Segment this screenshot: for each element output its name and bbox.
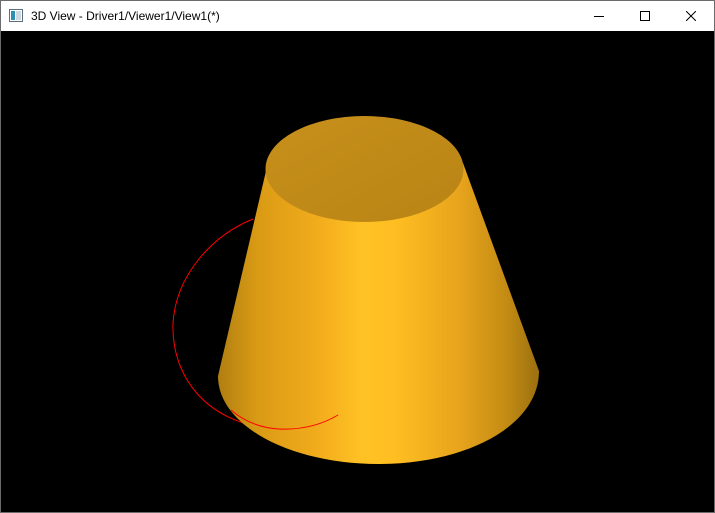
minimize-icon <box>594 16 604 17</box>
viewer-window: 3D View - Driver1/Viewer1/View1(*) <box>0 0 715 513</box>
maximize-button[interactable] <box>622 1 668 31</box>
close-button[interactable] <box>668 1 714 31</box>
scene-canvas[interactable] <box>1 31 714 512</box>
maximize-icon <box>640 11 650 21</box>
close-icon <box>686 11 696 21</box>
window-title: 3D View - Driver1/Viewer1/View1(*) <box>31 9 220 23</box>
minimize-button[interactable] <box>576 1 622 31</box>
3d-viewport[interactable] <box>1 31 714 512</box>
title-bar[interactable]: 3D View - Driver1/Viewer1/View1(*) <box>1 1 714 31</box>
cone-top-face[interactable] <box>265 116 464 222</box>
app-icon <box>9 9 23 22</box>
